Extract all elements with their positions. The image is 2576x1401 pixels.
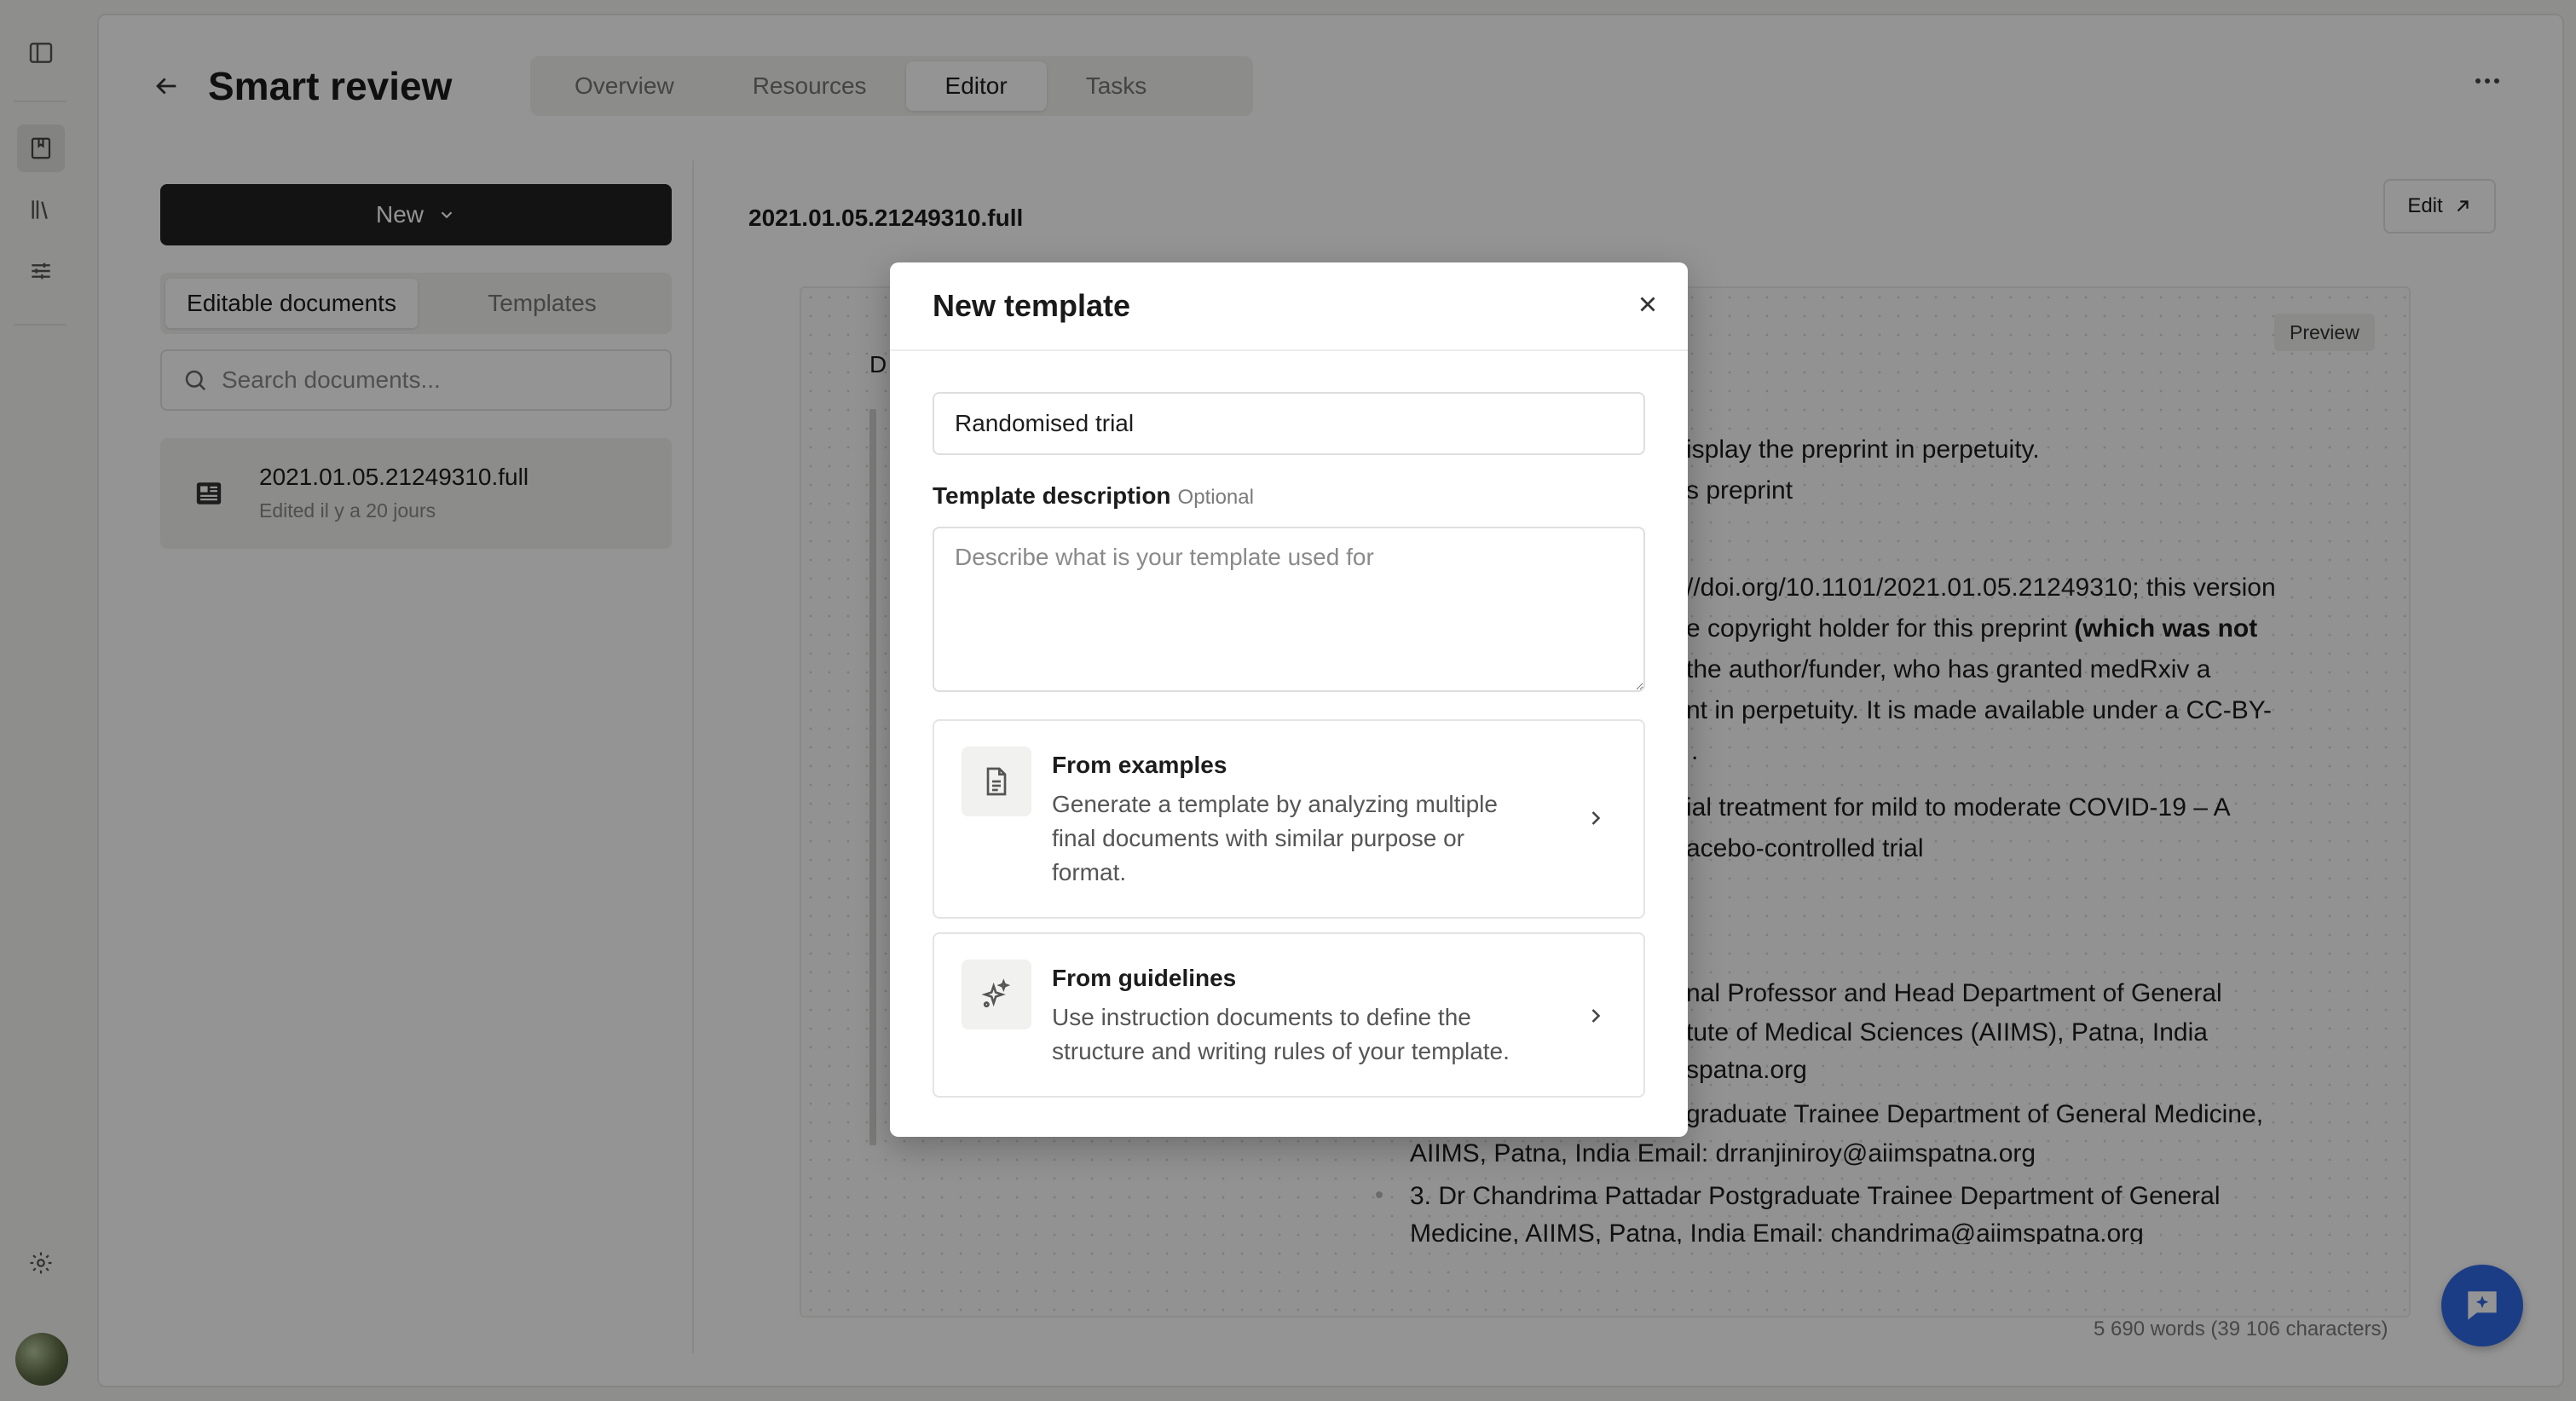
chevron-right-icon (1584, 806, 1608, 830)
document-icon (962, 747, 1031, 816)
template-name-input[interactable] (933, 392, 1645, 455)
description-label-text: Template description (933, 482, 1171, 509)
optional-label: Optional (1177, 486, 1254, 509)
close-icon[interactable] (1635, 291, 1661, 317)
dialog-title: New template (933, 288, 1131, 323)
from-guidelines-option[interactable]: From guidelines Use instruction document… (933, 932, 1645, 1098)
from-examples-option[interactable]: From examples Generate a template by ana… (933, 719, 1645, 919)
dialog-header: New template (890, 262, 1688, 351)
chevron-right-icon (1584, 1004, 1608, 1028)
description-label: Template description Optional (933, 482, 1254, 510)
new-template-dialog: New template Template description Optiona… (890, 262, 1688, 1137)
template-description-field[interactable] (933, 527, 1645, 692)
sparkles-icon (962, 960, 1031, 1029)
option-title: From examples (1052, 752, 1227, 778)
option-description: Use instruction documents to define the … (1052, 1004, 1510, 1064)
option-description: Generate a template by analyzing multipl… (1052, 791, 1498, 885)
option-title: From guidelines (1052, 965, 1237, 991)
